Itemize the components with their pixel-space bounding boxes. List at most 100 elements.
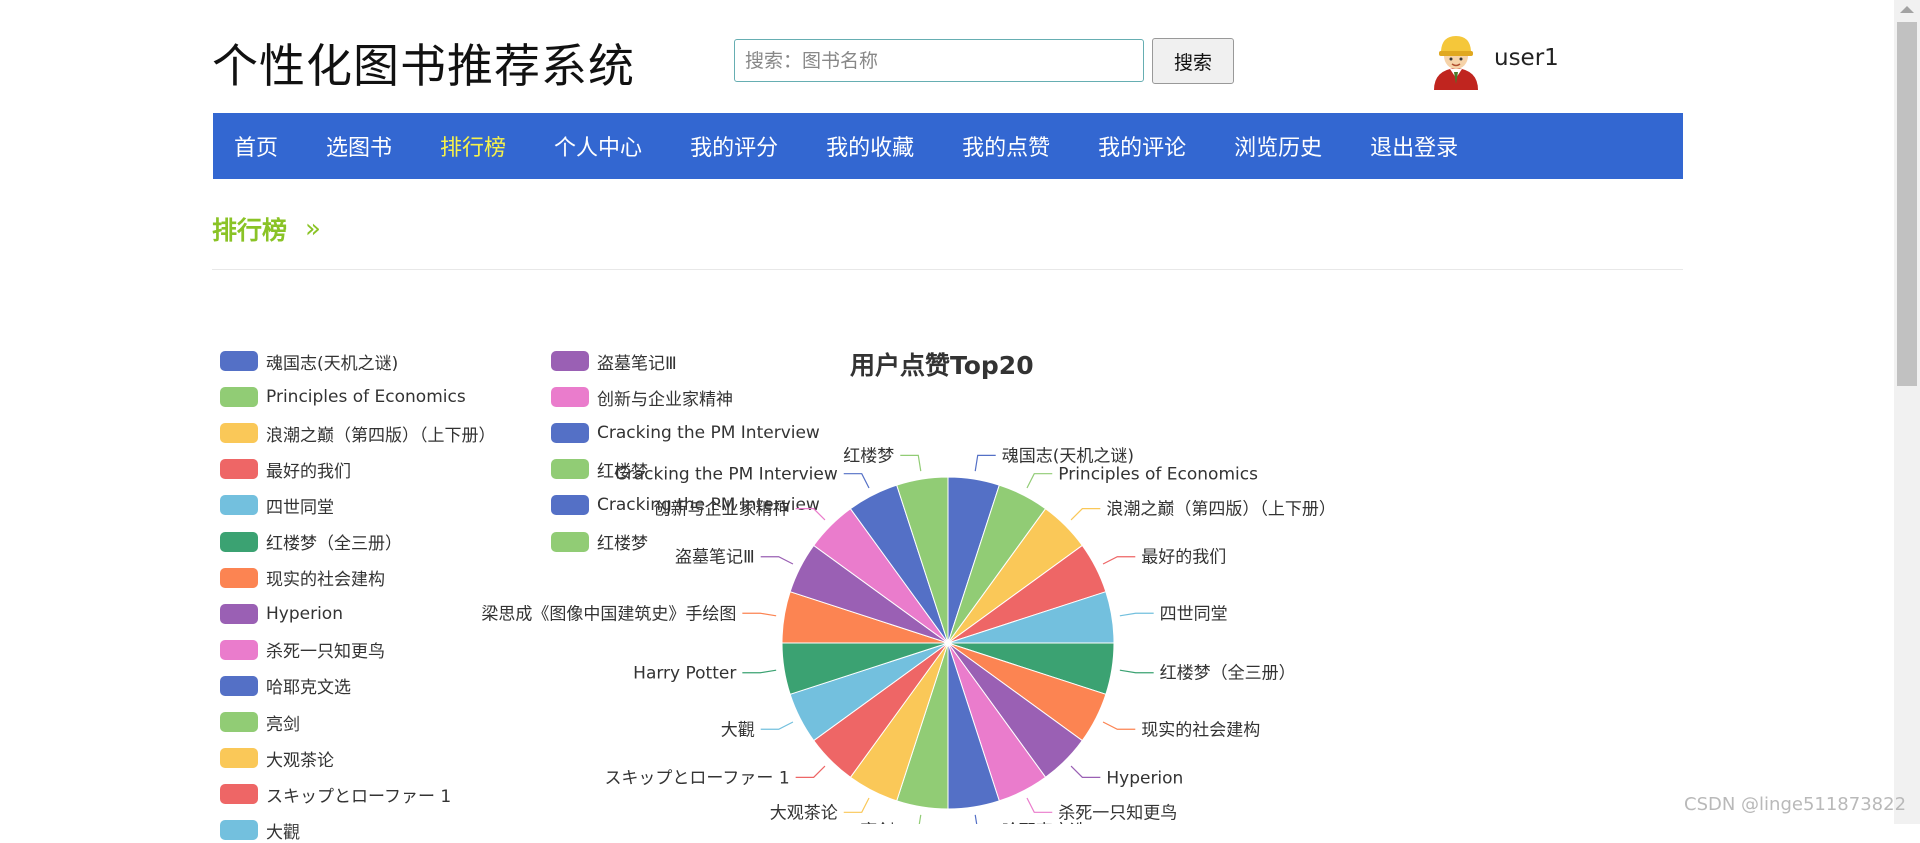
legend-item[interactable]: Principles of Economics	[220, 385, 466, 409]
pie-label-line	[795, 765, 826, 778]
pie-slice-label: 梁思成《图像中国建筑史》手绘图	[481, 604, 736, 624]
pie-slice-label: 红楼梦	[843, 446, 894, 466]
pie-label-line	[742, 612, 777, 617]
pie-slice[interactable]	[947, 642, 1107, 742]
legend-item[interactable]: 红楼梦	[551, 457, 648, 482]
pie-slice-label: 盗墓笔记Ⅲ	[675, 548, 755, 568]
legend-item[interactable]: 四世同堂	[220, 493, 334, 518]
pie-slice[interactable]	[947, 591, 1115, 644]
legend-label: 创新与企业家精神	[597, 389, 733, 410]
legend-item[interactable]: 哈耶克文选	[220, 674, 351, 698]
pie-slice[interactable]	[789, 642, 949, 742]
pie-slice[interactable]	[896, 476, 949, 644]
pie-slice[interactable]	[947, 642, 1000, 810]
pie-slice[interactable]	[849, 642, 949, 802]
legend-swatch	[220, 603, 258, 624]
pie-slice-label: 大观茶论	[770, 803, 838, 823]
nav-item-6[interactable]: 我的点赞	[962, 130, 1050, 162]
nav-item-3[interactable]: 个人中心	[554, 130, 642, 162]
legend-item[interactable]: 亮剑	[220, 710, 300, 735]
legend-item[interactable]: 大观茶论	[220, 746, 334, 771]
legend-swatch	[220, 712, 258, 732]
nav-item-2[interactable]: 排行榜	[440, 130, 506, 162]
pie-slice[interactable]	[813, 642, 949, 778]
double-chevron-right-icon: »	[305, 214, 321, 244]
pie-slice[interactable]	[896, 642, 949, 810]
legend-item[interactable]: Hyperion	[220, 602, 343, 626]
pie-label-line	[1102, 556, 1136, 565]
pie-slice[interactable]	[947, 484, 1047, 644]
search-input[interactable]	[734, 39, 1144, 82]
pie-slice[interactable]	[947, 544, 1107, 644]
section-title: 排行榜	[212, 216, 288, 245]
legend-swatch	[220, 639, 258, 660]
pie-label-line	[760, 556, 794, 565]
legend-label: 红楼梦	[597, 461, 648, 482]
legend-swatch	[220, 675, 258, 696]
legend-label: 哈耶克文选	[266, 678, 351, 699]
pie-slice[interactable]	[947, 476, 1000, 644]
nav-item-7[interactable]: 我的评论	[1098, 130, 1186, 162]
legend-item[interactable]: 杀死一只知更鸟	[220, 638, 385, 662]
nav-item-4[interactable]: 我的评分	[690, 130, 778, 162]
pie-slice[interactable]	[947, 508, 1083, 644]
legend-label: 现实的社会建构	[266, 570, 385, 591]
legend-label: 红楼梦（全三册）	[266, 534, 402, 554]
pie-slice[interactable]	[947, 642, 1115, 695]
legend-label: 浪潮之巅（第四版）（上下册）	[266, 425, 496, 446]
pie-slice-label: 现实的社会建构	[1141, 720, 1260, 740]
legend-swatch	[220, 351, 258, 371]
legend-item[interactable]: Cracking the PM Interview	[551, 493, 820, 517]
pie-slice-label: 浪潮之巅（第四版）（上下册）	[1106, 500, 1336, 520]
user-avatar-icon[interactable]	[1428, 32, 1484, 90]
pie-slice[interactable]	[781, 591, 949, 644]
pie-label-line	[742, 669, 777, 674]
legend-item[interactable]: 最好的我们	[220, 457, 351, 482]
pie-slice-label: 大觀	[721, 720, 755, 740]
legend-item[interactable]: 浪潮之巅（第四版）（上下册）	[220, 421, 496, 446]
pie-slice[interactable]	[849, 484, 949, 644]
pie-slice[interactable]	[947, 642, 1083, 778]
legend-label: 杀死一只知更鸟	[266, 642, 385, 663]
nav-item-9[interactable]: 退出登录	[1370, 130, 1458, 162]
legend-item[interactable]: 盗墓笔记Ⅲ	[551, 349, 677, 374]
main-navbar: 首页 选图书 排行榜 个人中心 我的评分 我的收藏 我的点赞 我的评论 浏览历史 退出登录	[213, 113, 1683, 179]
pie-slice[interactable]	[947, 642, 1047, 802]
pie-slice-label: Harry Potter	[633, 664, 736, 684]
pie-slice[interactable]	[781, 642, 949, 695]
scroll-up-arrow-icon[interactable]	[1900, 6, 1914, 13]
legend-item[interactable]: 红楼梦（全三册）	[220, 530, 402, 554]
legend-label: 大观茶论	[266, 750, 334, 771]
legend-label: 红楼梦	[597, 534, 648, 554]
legend-swatch	[220, 748, 258, 769]
search-button[interactable]: 搜索	[1152, 38, 1234, 84]
legend-label: 亮剑	[266, 714, 300, 735]
pie-slice[interactable]	[813, 508, 949, 644]
legend-item[interactable]: 红楼梦	[551, 530, 648, 554]
scrollbar-thumb[interactable]	[1897, 22, 1917, 386]
nav-item-8[interactable]: 浏览历史	[1234, 130, 1322, 162]
legend-swatch	[551, 387, 589, 408]
legend-item[interactable]: 大觀	[220, 818, 300, 843]
username[interactable]: user1	[1494, 45, 1559, 71]
legend-item[interactable]: 创新与企业家精神	[551, 385, 733, 410]
legend-label: Cracking the PM Interview	[597, 423, 820, 444]
pie-label-line	[900, 454, 922, 472]
legend-item[interactable]: Cracking the PM Interview	[551, 421, 820, 445]
legend-swatch	[220, 820, 258, 841]
nav-item-5[interactable]: 我的收藏	[826, 130, 914, 162]
nav-item-1[interactable]: 选图书	[326, 130, 392, 162]
pie-label-line	[1026, 473, 1053, 489]
nav-item-0[interactable]: 首页	[234, 130, 278, 162]
pie-label-line	[843, 797, 870, 813]
legend-label: 魂国志(天机之谜)	[266, 353, 399, 374]
pie-label-line	[1070, 508, 1101, 521]
legend-item[interactable]: 魂国志(天机之谜)	[220, 349, 399, 374]
pie-slice-label: Hyperion	[1106, 768, 1183, 788]
legend-swatch	[220, 495, 258, 516]
legend-swatch	[220, 567, 258, 588]
pie-slice[interactable]	[789, 544, 949, 644]
pie-slice-label: Principles of Economics	[1058, 465, 1258, 485]
legend-item[interactable]: 现实的社会建构	[220, 566, 385, 590]
legend-item[interactable]: スキップとローファー 1	[220, 782, 451, 807]
